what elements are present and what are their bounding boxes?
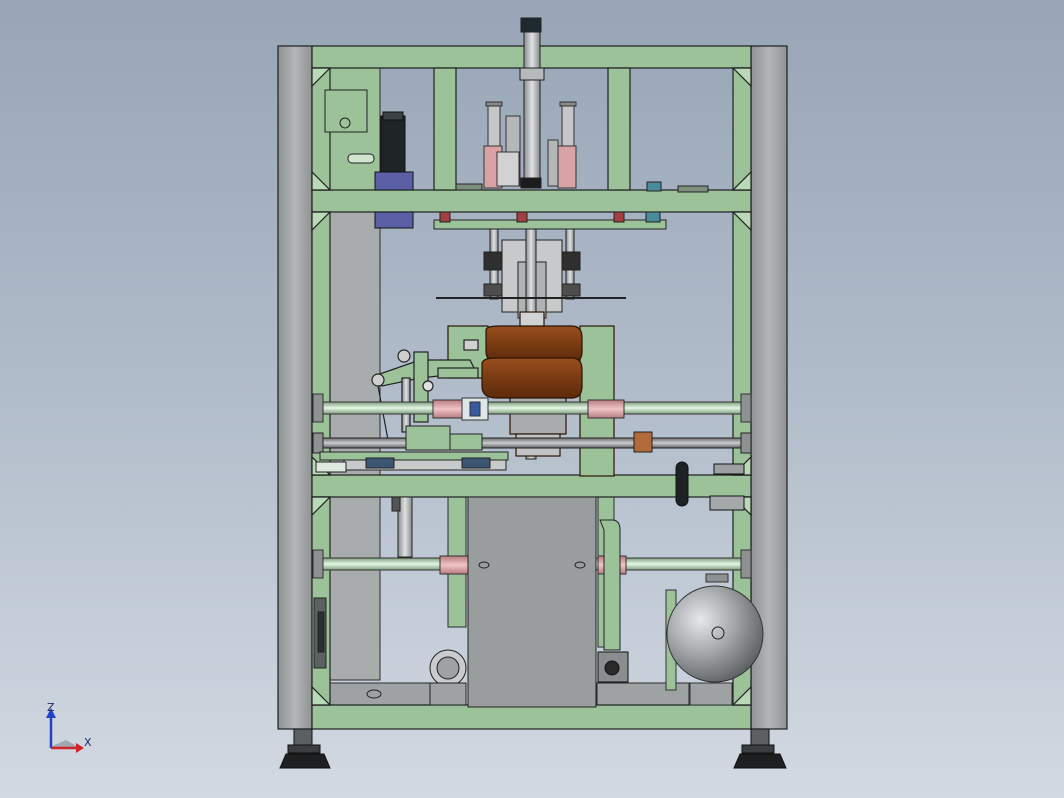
pneumatic-cylinder — [391, 496, 413, 569]
cad-viewport: Z X — [0, 0, 1064, 798]
x-axis-label: X — [84, 736, 92, 749]
leveling-feet — [279, 728, 787, 769]
bottom-beam — [311, 704, 752, 730]
gear-motor — [597, 651, 629, 683]
handwheel — [429, 649, 467, 706]
feeder-bowl — [447, 311, 615, 477]
axis-triad: Z X — [46, 701, 92, 753]
machine-front-view: Z X — [46, 17, 788, 769]
slide-rail — [315, 451, 509, 473]
upper-beam — [311, 189, 752, 213]
left-post — [277, 45, 313, 730]
vertical-guide-rod — [519, 17, 545, 189]
carriage-plate — [433, 211, 667, 230]
z-axis-label: Z — [47, 701, 55, 714]
lower-cabinet — [467, 496, 621, 708]
